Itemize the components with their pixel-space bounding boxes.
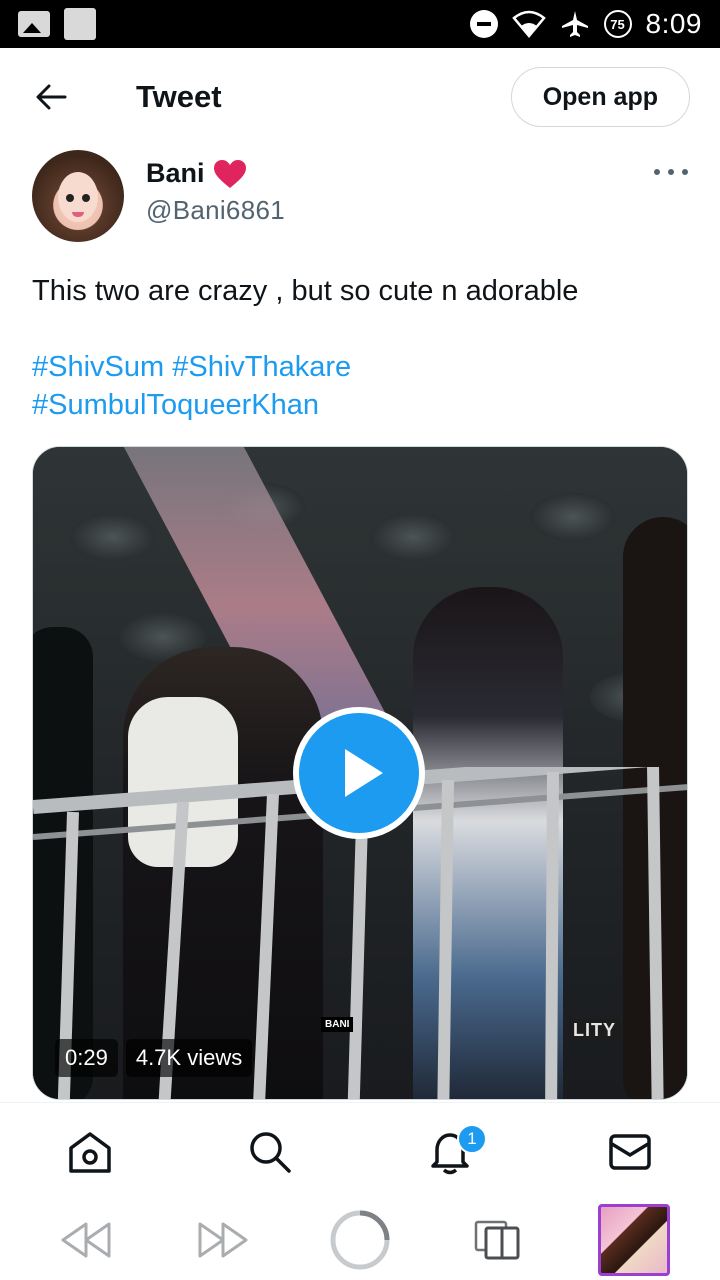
fast-forward-icon	[198, 1222, 248, 1258]
avatar[interactable]	[32, 150, 124, 242]
tab-messages[interactable]	[590, 1112, 670, 1192]
search-icon	[250, 1131, 291, 1173]
battery-icon: 75	[603, 10, 632, 38]
clock: 8:09	[645, 8, 702, 39]
rewind-icon	[61, 1222, 111, 1258]
open-app-button[interactable]: Open app	[510, 67, 690, 127]
recent-apps-icon	[474, 1220, 520, 1260]
avatar-eye	[66, 194, 74, 202]
page-title: Tweet	[136, 79, 222, 114]
fast-forward-button[interactable]	[183, 1205, 263, 1275]
tweet-hashtags: #ShivSum #ShivThakare #SumbulToqueerKhan	[32, 348, 688, 424]
author-handle[interactable]: @Bani6861	[146, 195, 285, 226]
more-dot-icon	[668, 169, 674, 175]
home-system-button[interactable]	[320, 1205, 400, 1275]
top-app-bar: Tweet Open app	[0, 48, 720, 146]
author-display-name[interactable]: Bani	[146, 158, 205, 189]
back-button[interactable]	[32, 78, 70, 116]
video-watermark: BANI	[321, 1017, 354, 1032]
avatar-eye	[82, 194, 90, 202]
play-button[interactable]	[293, 707, 425, 839]
hashtag-link[interactable]: #ShivSum	[32, 351, 164, 383]
gallery-notification-icon	[18, 11, 50, 37]
tweet-author: Bani @Bani6861	[32, 150, 688, 242]
rewind-button[interactable]	[46, 1205, 126, 1275]
video-overlay-text: LITY	[569, 1019, 620, 1042]
more-options-button[interactable]	[654, 162, 688, 182]
do-not-disturb-icon	[469, 10, 498, 38]
tab-home[interactable]	[50, 1112, 130, 1192]
system-nav-bar	[0, 1200, 720, 1280]
video-duration: 0:29	[55, 1039, 118, 1077]
hashtag-link[interactable]: #SumbulToqueerKhan	[32, 389, 319, 421]
home-circle-icon	[330, 1210, 390, 1270]
app-notification-icon	[64, 8, 96, 40]
wifi-icon	[511, 10, 546, 38]
airplane-mode-icon	[561, 11, 588, 37]
video-player[interactable]: BANI LITY 0:29 4.7K views	[32, 446, 688, 1100]
mail-icon	[609, 1133, 651, 1170]
video-views: 4.7K views	[125, 1039, 253, 1077]
arrow-left-icon	[36, 84, 67, 110]
hashtag-link[interactable]: #ShivThakare	[172, 351, 351, 383]
heart-emoji-icon	[213, 159, 246, 188]
recent-app-thumbnail[interactable]	[594, 1204, 674, 1276]
tab-notifications[interactable]: 1	[410, 1112, 490, 1192]
bottom-tab-bar: 1	[0, 1102, 720, 1200]
tweet-text: This two are crazy , but so cute n adora…	[32, 275, 579, 307]
recent-apps-button[interactable]	[457, 1205, 537, 1275]
status-bar: 75 8:09	[0, 0, 720, 48]
notification-count-badge: 1	[457, 1123, 487, 1154]
app-thumbnail-image	[597, 1204, 670, 1276]
more-dot-icon	[682, 169, 688, 175]
more-dot-icon	[654, 169, 660, 175]
home-icon	[69, 1131, 111, 1173]
tab-search[interactable]	[230, 1112, 310, 1192]
